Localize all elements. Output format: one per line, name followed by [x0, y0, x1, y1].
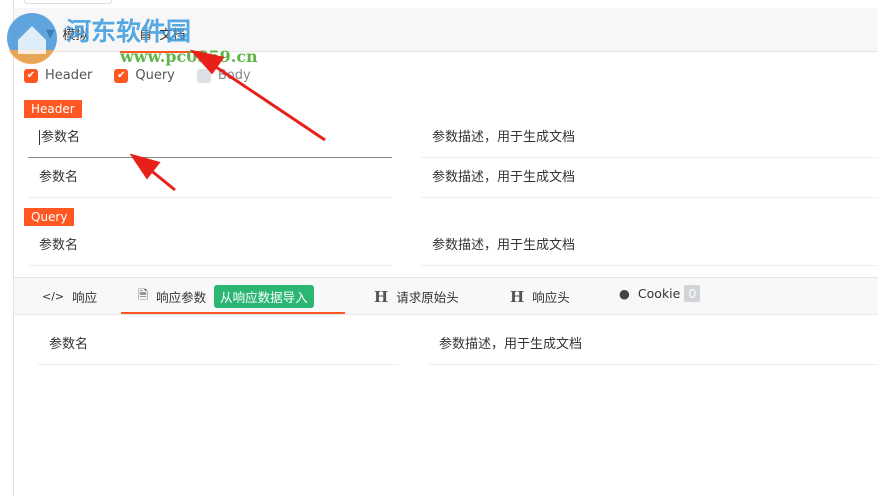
annotation-arrows [129, 49, 326, 192]
arrow-line [209, 61, 326, 142]
